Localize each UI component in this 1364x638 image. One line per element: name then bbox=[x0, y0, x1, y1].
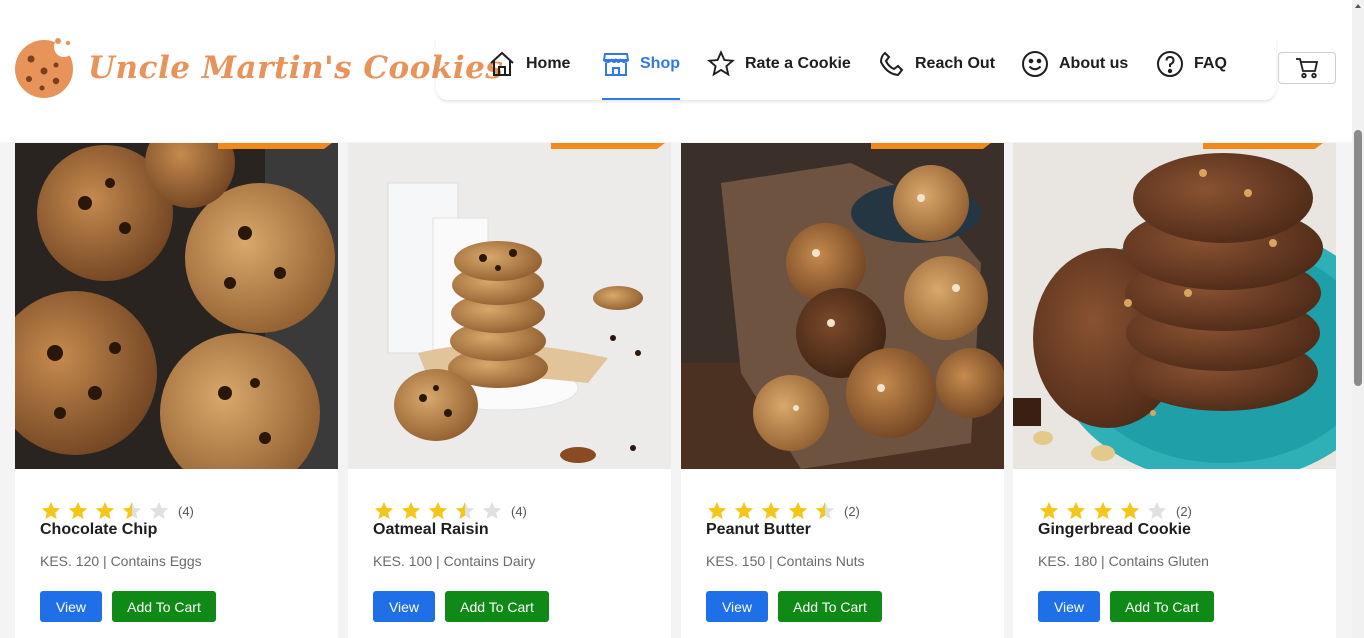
promo-ribbon bbox=[871, 143, 991, 149]
product-card: (4) Chocolate Chip KES. 120 | Contains E… bbox=[15, 143, 338, 638]
chocolate-chip-image[interactable] bbox=[15, 143, 338, 469]
star-filled-icon bbox=[1038, 500, 1060, 522]
rating-stars: (4) bbox=[40, 500, 194, 522]
product-name: Chocolate Chip bbox=[40, 521, 158, 538]
star-filled-icon bbox=[1119, 500, 1141, 522]
peanut-butter-image[interactable] bbox=[681, 143, 1004, 469]
phone-icon bbox=[879, 51, 904, 77]
main-nav: Home Shop Rate a Cookie Reach Out About … bbox=[436, 38, 1276, 100]
star-icon bbox=[707, 50, 735, 77]
review-count: (2) bbox=[1176, 503, 1192, 519]
review-count: (4) bbox=[511, 503, 527, 519]
nav-rate-cookie-label: Rate a Cookie bbox=[745, 55, 851, 72]
cart-icon bbox=[1296, 58, 1319, 79]
scroll-up-arrow-icon[interactable] bbox=[1355, 4, 1361, 8]
star-filled-icon bbox=[760, 500, 782, 522]
star-empty-icon bbox=[481, 500, 503, 522]
shop-icon bbox=[602, 53, 630, 76]
star-filled-icon bbox=[373, 500, 395, 522]
nav-reach-out[interactable]: Reach Out bbox=[877, 50, 995, 100]
star-filled-icon bbox=[1065, 500, 1087, 522]
add-to-cart-button[interactable]: Add To Cart bbox=[112, 591, 216, 622]
nav-shop-label: Shop bbox=[640, 55, 680, 72]
nav-about-us[interactable]: About us bbox=[1021, 50, 1128, 100]
promo-ribbon bbox=[551, 143, 665, 149]
star-half-icon bbox=[121, 500, 143, 522]
nav-home-label: Home bbox=[526, 55, 571, 72]
review-count: (2) bbox=[844, 503, 860, 519]
product-card: (2) Gingerbread Cookie KES. 180 | Contai… bbox=[1013, 143, 1336, 638]
nav-faq[interactable]: FAQ bbox=[1156, 50, 1227, 100]
question-icon bbox=[1157, 51, 1183, 77]
star-filled-icon bbox=[787, 500, 809, 522]
product-name: Oatmeal Raisin bbox=[373, 521, 489, 538]
view-button[interactable]: View bbox=[373, 591, 435, 622]
page-scrollbar[interactable] bbox=[1352, 0, 1364, 638]
product-meta: KES. 100 | Contains Dairy bbox=[373, 553, 536, 569]
nav-reach-out-label: Reach Out bbox=[915, 55, 996, 72]
star-filled-icon bbox=[67, 500, 89, 522]
view-button[interactable]: View bbox=[1038, 591, 1100, 622]
home-icon bbox=[490, 51, 514, 76]
product-card: (2) Peanut Butter KES. 150 | Contains Nu… bbox=[681, 143, 1004, 638]
scroll-thumb[interactable] bbox=[1354, 130, 1362, 386]
nav-about-us-label: About us bbox=[1059, 55, 1129, 72]
star-half-icon bbox=[814, 500, 836, 522]
star-filled-icon bbox=[1092, 500, 1114, 522]
product-name: Peanut Butter bbox=[706, 521, 811, 538]
add-to-cart-button[interactable]: Add To Cart bbox=[778, 591, 882, 622]
star-filled-icon bbox=[94, 500, 116, 522]
nav-rate-cookie[interactable]: Rate a Cookie bbox=[707, 50, 851, 100]
star-filled-icon bbox=[40, 500, 62, 522]
add-to-cart-button[interactable]: Add To Cart bbox=[445, 591, 549, 622]
star-filled-icon bbox=[400, 500, 422, 522]
cookie-logo-icon bbox=[15, 37, 74, 98]
star-empty-icon bbox=[1146, 500, 1168, 522]
cart-button[interactable] bbox=[1278, 52, 1336, 84]
nav-shop[interactable]: Shop bbox=[602, 50, 680, 100]
rating-stars: (2) bbox=[1038, 500, 1192, 522]
add-to-cart-button[interactable]: Add To Cart bbox=[1110, 591, 1214, 622]
site-header: Uncle Martin's Cookies Home Shop Rate a … bbox=[0, 0, 1352, 142]
nav-home[interactable]: Home bbox=[488, 50, 570, 100]
nav-faq-label: FAQ bbox=[1194, 55, 1227, 72]
star-empty-icon bbox=[148, 500, 170, 522]
star-filled-icon bbox=[706, 500, 728, 522]
product-name: Gingerbread Cookie bbox=[1038, 521, 1191, 538]
star-filled-icon bbox=[427, 500, 449, 522]
rating-stars: (4) bbox=[373, 500, 527, 522]
brand-logo[interactable]: Uncle Martin's Cookies bbox=[14, 37, 503, 99]
smiley-icon bbox=[1022, 51, 1048, 77]
star-half-icon bbox=[454, 500, 476, 522]
view-button[interactable]: View bbox=[40, 591, 102, 622]
product-meta: KES. 150 | Contains Nuts bbox=[706, 553, 865, 569]
rating-stars: (2) bbox=[706, 500, 860, 522]
view-button[interactable]: View bbox=[706, 591, 768, 622]
promo-ribbon bbox=[218, 143, 332, 149]
oatmeal-raisin-image[interactable] bbox=[348, 143, 671, 469]
promo-ribbon bbox=[1203, 143, 1323, 149]
star-filled-icon bbox=[733, 500, 755, 522]
product-card: (4) Oatmeal Raisin KES. 100 | Contains D… bbox=[348, 143, 671, 638]
product-meta: KES. 180 | Contains Gluten bbox=[1038, 553, 1209, 569]
product-meta: KES. 120 | Contains Eggs bbox=[40, 553, 202, 569]
gingerbread-cookie-image[interactable] bbox=[1013, 143, 1336, 469]
review-count: (4) bbox=[178, 503, 194, 519]
